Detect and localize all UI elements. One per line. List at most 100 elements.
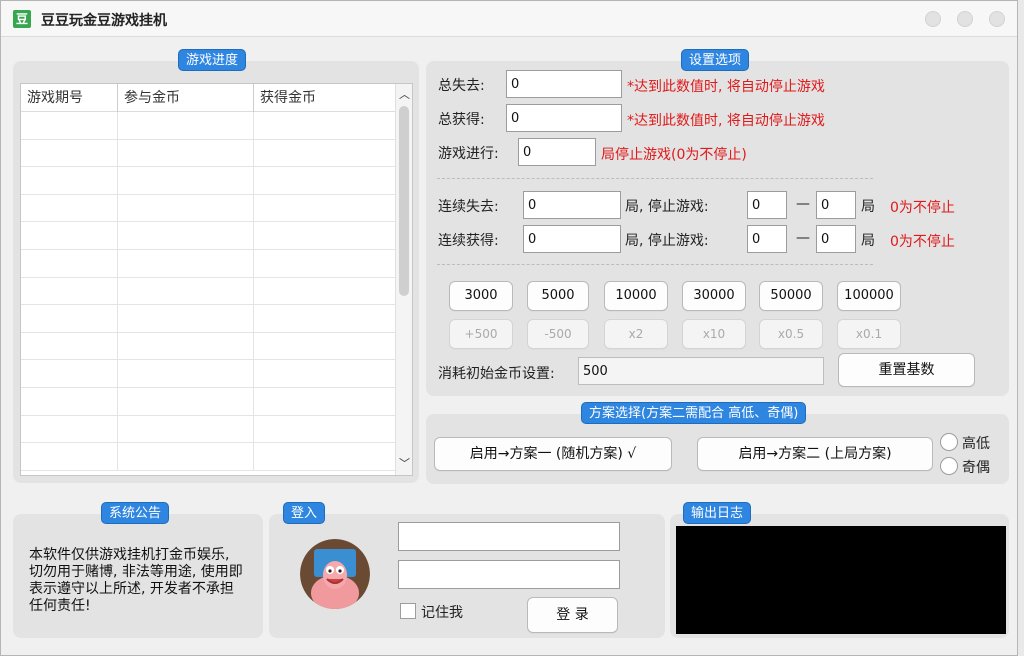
- table-cell: [21, 415, 118, 443]
- divider: [437, 178, 873, 179]
- consec-gain-from-input[interactable]: [747, 225, 787, 253]
- high-low-radio[interactable]: [940, 433, 958, 451]
- table-cell: [21, 443, 118, 470]
- reset-base-button[interactable]: 重置基数: [838, 353, 975, 387]
- consec-gain-note: 0为不停止: [890, 234, 955, 250]
- enable-plan1-button[interactable]: 启用→方案一 (随机方案) √: [434, 437, 672, 471]
- table-row[interactable]: [21, 443, 396, 471]
- consec-gain-unit: 局: [861, 233, 875, 249]
- table-row[interactable]: [21, 194, 396, 223]
- table-cell: [254, 443, 396, 470]
- title-bar: 豆 豆豆玩金豆游戏挂机: [1, 1, 1017, 37]
- table-scrollbar[interactable]: ︿ ﹀: [395, 84, 412, 475]
- rounds-label: 游戏进行:: [438, 146, 499, 162]
- table-cell: [21, 277, 118, 305]
- progress-badge: 游戏进度: [178, 49, 247, 71]
- table-cell: [118, 332, 254, 360]
- table-cell: [21, 222, 118, 249]
- total-loss-hint: *达到此数值时, 将自动停止游戏: [627, 79, 825, 95]
- table-row[interactable]: [21, 222, 396, 250]
- scroll-down-icon[interactable]: ﹀: [396, 455, 412, 473]
- total-gain-input[interactable]: [506, 104, 622, 132]
- table-cell: [118, 167, 254, 194]
- table-cell: [21, 360, 118, 387]
- initial-coin-input[interactable]: [578, 357, 824, 385]
- consec-loss-from-input[interactable]: [747, 191, 787, 219]
- login-badge: 登入: [283, 502, 326, 524]
- minus-500-button[interactable]: -500: [527, 319, 589, 349]
- times-2-button[interactable]: x2: [604, 319, 668, 349]
- table-row[interactable]: [21, 305, 396, 333]
- scheme-badge: 方案选择(方案二需配合 高低、奇偶): [581, 402, 807, 424]
- consec-gain-label: 连续获得:: [438, 233, 499, 249]
- amount-button-5000[interactable]: 5000: [527, 281, 589, 311]
- range-dash: —: [796, 196, 810, 212]
- window-title: 豆豆玩金豆游戏挂机: [41, 13, 167, 29]
- consec-gain-to-input[interactable]: [816, 225, 856, 253]
- consec-loss-input[interactable]: [523, 191, 621, 219]
- times-0-5-button[interactable]: x0.5: [759, 319, 823, 349]
- table-row[interactable]: [21, 139, 396, 168]
- table-cell: [254, 195, 396, 222]
- remember-me-checkbox[interactable]: [400, 603, 416, 619]
- table-cell: [254, 167, 396, 194]
- table-cell: [254, 250, 396, 277]
- table-row[interactable]: [21, 415, 396, 444]
- consec-loss-to-input[interactable]: [816, 191, 856, 219]
- table-cell: [21, 387, 118, 415]
- username-input[interactable]: [398, 522, 620, 551]
- amount-button-3000[interactable]: 3000: [449, 281, 513, 311]
- remember-me-label: 记住我: [421, 605, 463, 621]
- maximize-button[interactable]: [957, 11, 973, 27]
- rounds-input[interactable]: [518, 138, 596, 166]
- times-0-1-button[interactable]: x0.1: [837, 319, 901, 349]
- times-10-button[interactable]: x10: [682, 319, 746, 349]
- amount-button-100000[interactable]: 100000: [837, 281, 901, 311]
- consec-gain-input[interactable]: [523, 225, 621, 253]
- table-cell: [21, 249, 118, 277]
- column-header[interactable]: 参与金币: [118, 84, 254, 112]
- amount-button-30000[interactable]: 30000: [682, 281, 746, 311]
- table-cell: [118, 194, 254, 222]
- odd-even-radio[interactable]: [940, 457, 958, 475]
- total-loss-input[interactable]: [506, 70, 622, 98]
- scroll-thumb[interactable]: [399, 106, 409, 296]
- table-cell: [21, 167, 118, 194]
- table-row[interactable]: [21, 167, 396, 195]
- progress-table: 游戏期号 参与金币 获得金币 ︿ ﹀: [20, 83, 413, 476]
- amount-button-10000[interactable]: 10000: [604, 281, 668, 311]
- rounds-hint: 局停止游戏(0为不停止): [601, 147, 747, 163]
- enable-plan2-button[interactable]: 启用→方案二 (上局方案): [697, 437, 933, 471]
- table-cell: [118, 112, 254, 139]
- table-cell: [118, 415, 254, 443]
- minimize-button[interactable]: [925, 11, 941, 27]
- log-badge: 输出日志: [683, 502, 752, 524]
- table-cell: [254, 416, 396, 443]
- consec-gain-mid: 局, 停止游戏:: [625, 233, 709, 249]
- table-cell: [21, 332, 118, 360]
- high-low-label: 高低: [962, 436, 990, 452]
- password-input[interactable]: [398, 560, 620, 589]
- table-row[interactable]: [21, 360, 396, 388]
- table-body: [21, 112, 396, 471]
- amount-button-50000[interactable]: 50000: [759, 281, 823, 311]
- column-header[interactable]: 游戏期号: [21, 84, 118, 112]
- settings-badge: 设置选项: [681, 49, 750, 71]
- table-row[interactable]: [21, 332, 396, 361]
- table-cell: [118, 305, 254, 332]
- table-cell: [254, 140, 396, 167]
- table-cell: [21, 112, 118, 139]
- table-row[interactable]: [21, 277, 396, 306]
- login-button[interactable]: 登 录: [527, 597, 618, 633]
- plus-500-button[interactable]: +500: [449, 319, 513, 349]
- scroll-up-icon[interactable]: ︿: [396, 86, 412, 104]
- output-log[interactable]: [676, 526, 1006, 634]
- table-cell: [21, 194, 118, 222]
- table-cell: [254, 333, 396, 360]
- table-row[interactable]: [21, 249, 396, 278]
- table-row[interactable]: [21, 112, 396, 140]
- table-row[interactable]: [21, 387, 396, 416]
- close-button[interactable]: [989, 11, 1005, 27]
- column-header[interactable]: 获得金币: [254, 84, 396, 112]
- table-cell: [21, 305, 118, 332]
